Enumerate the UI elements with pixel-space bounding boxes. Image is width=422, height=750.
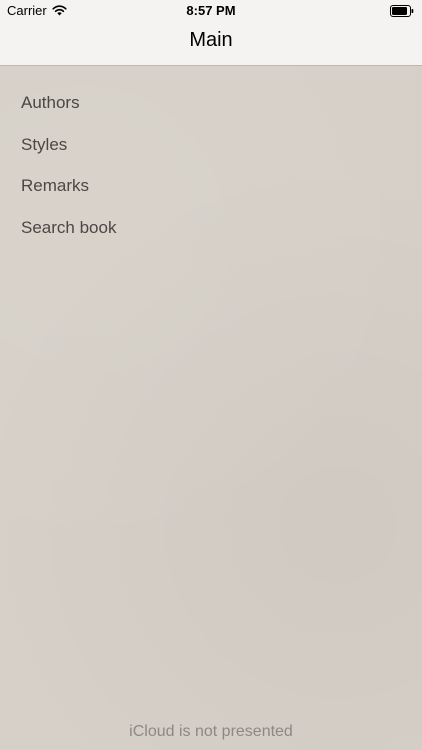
app-screen: Carrier 8:57 PM Main Authors Styles Rema… xyxy=(0,0,422,750)
page-title: Main xyxy=(189,29,233,51)
status-time: 8:57 PM xyxy=(186,3,236,18)
menu-item-remarks[interactable]: Remarks xyxy=(0,165,422,207)
battery-icon xyxy=(390,5,414,17)
menu-item-styles[interactable]: Styles xyxy=(0,124,422,166)
menu-item-authors[interactable]: Authors xyxy=(0,82,422,124)
icloud-status-text: iCloud is not presented xyxy=(129,723,293,740)
main-menu: Authors Styles Remarks Search book xyxy=(0,66,422,248)
status-bar: Carrier 8:57 PM xyxy=(0,0,422,22)
menu-item-search-book[interactable]: Search book xyxy=(0,207,422,249)
top-bar: Carrier 8:57 PM Main xyxy=(0,0,422,66)
